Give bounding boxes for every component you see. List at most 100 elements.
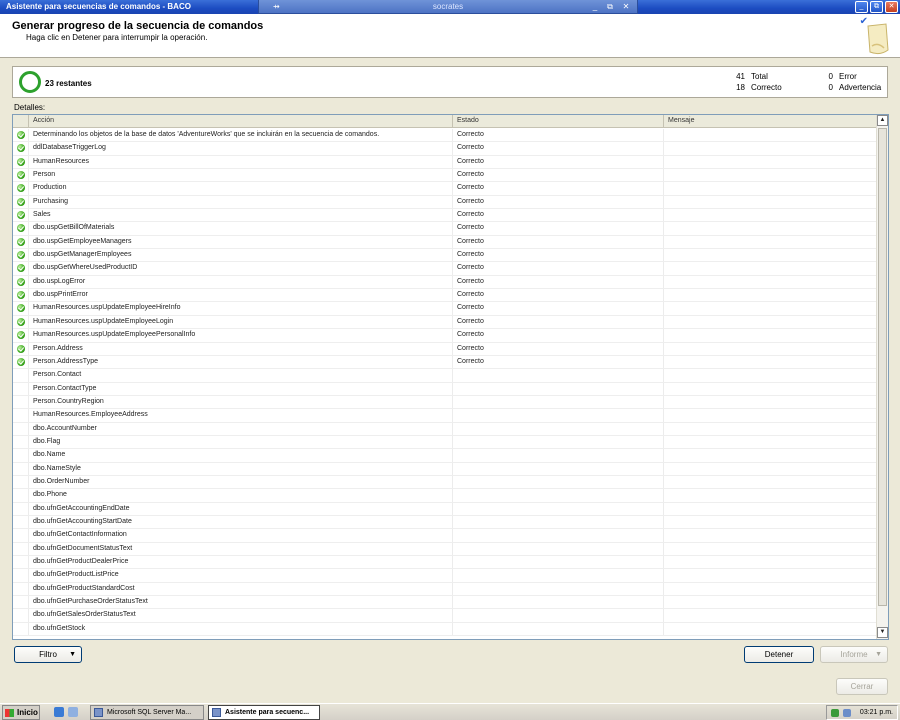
row-status-icon-cell bbox=[13, 596, 29, 609]
table-row[interactable]: dbo.ufnGetStock bbox=[13, 622, 877, 637]
table-row[interactable]: Determinando los objetos de la base de d… bbox=[13, 129, 877, 143]
table-row[interactable]: dbo.Phone bbox=[13, 489, 877, 503]
row-message-cell bbox=[664, 462, 877, 475]
row-message-cell bbox=[664, 609, 877, 622]
success-icon bbox=[17, 184, 25, 193]
table-row[interactable]: dbo.ufnGetSalesOrderStatusText bbox=[13, 609, 877, 623]
table-row[interactable]: dbo.ufnGetProductStandardCost bbox=[13, 582, 877, 597]
close-button[interactable]: Cerrar bbox=[836, 678, 888, 695]
table-row[interactable]: dbo.uspGetBillOfMaterials Correcto bbox=[13, 222, 877, 236]
warning-label: Advertencia bbox=[839, 83, 882, 92]
table-row[interactable]: HumanResources.uspUpdateEmployeeHireInfo… bbox=[13, 302, 877, 316]
row-message-cell bbox=[664, 249, 877, 262]
table-row[interactable]: Person.CountryRegion bbox=[13, 395, 877, 410]
tray-app-icon[interactable] bbox=[843, 709, 851, 717]
report-dropdown-button[interactable]: Informe ▼ bbox=[820, 646, 888, 663]
scroll-down-button[interactable]: ▼ bbox=[877, 627, 888, 638]
table-row[interactable]: dbo.ufnGetPurchaseOrderStatusText bbox=[13, 596, 877, 610]
row-action-cell: Determinando los objetos de la base de d… bbox=[29, 129, 453, 142]
row-message-cell bbox=[664, 195, 877, 209]
remote-minimize-button[interactable]: _ bbox=[589, 2, 601, 12]
table-row[interactable]: dbo.ufnGetContactInformation bbox=[13, 529, 877, 543]
table-row[interactable]: Production Correcto bbox=[13, 182, 877, 196]
row-message-cell bbox=[664, 569, 877, 582]
table-row[interactable]: Person.ContactType bbox=[13, 382, 877, 396]
row-action-cell: dbo.ufnGetSalesOrderStatusText bbox=[29, 609, 453, 622]
row-status-icon-cell bbox=[13, 609, 29, 622]
table-row[interactable]: dbo.uspGetWhereUsedProductID Correcto bbox=[13, 262, 877, 276]
row-action-cell: dbo.AccountNumber bbox=[29, 422, 453, 435]
row-status-icon-cell bbox=[13, 289, 29, 302]
table-row[interactable]: dbo.AccountNumber bbox=[13, 422, 877, 436]
success-icon bbox=[17, 331, 25, 340]
column-header-status[interactable]: Estado bbox=[453, 115, 664, 128]
table-row[interactable]: dbo.ufnGetDocumentStatusText bbox=[13, 542, 877, 556]
success-label: Correcto bbox=[751, 83, 782, 92]
table-row[interactable]: HumanResources Correcto bbox=[13, 155, 877, 170]
warning-count: 0 bbox=[828, 83, 833, 92]
table-row[interactable]: dbo.Flag bbox=[13, 435, 877, 450]
stop-button[interactable]: Detener bbox=[744, 646, 814, 663]
chevron-down-icon: ▼ bbox=[69, 651, 76, 658]
vertical-scrollbar[interactable]: ▲ ▼ bbox=[876, 115, 888, 639]
row-action-cell: dbo.ufnGetAccountingEndDate bbox=[29, 502, 453, 515]
table-row[interactable]: Purchasing Correcto bbox=[13, 195, 877, 210]
title-bar[interactable]: Asistente para secuencias de comandos - … bbox=[0, 0, 900, 14]
table-row[interactable]: dbo.uspGetEmployeeManagers Correcto bbox=[13, 235, 877, 250]
table-row[interactable]: dbo.uspGetManagerEmployees Correcto bbox=[13, 249, 877, 263]
scroll-thumb[interactable] bbox=[878, 128, 887, 606]
minimize-button[interactable]: _ bbox=[855, 1, 868, 13]
row-message-cell bbox=[664, 235, 877, 249]
table-row[interactable]: dbo.ufnGetProductListPrice bbox=[13, 569, 877, 583]
taskbar-item-sql-server[interactable]: Microsoft SQL Server Ma... bbox=[90, 705, 204, 720]
row-action-cell: dbo.OrderNumber bbox=[29, 475, 453, 489]
taskbar-item-wizard[interactable]: Asistente para secuenc... bbox=[208, 705, 320, 720]
details-grid[interactable]: Acción Estado Mensaje Determinando los o… bbox=[12, 114, 889, 640]
table-row[interactable]: Person Correcto bbox=[13, 169, 877, 183]
row-status-icon-cell bbox=[13, 502, 29, 515]
row-status-icon-cell bbox=[13, 329, 29, 342]
column-header-action[interactable]: Acción bbox=[29, 115, 453, 128]
remote-restore-button[interactable]: ⧉ bbox=[604, 2, 616, 12]
close-window-button[interactable]: ✕ bbox=[885, 1, 898, 13]
quicklaunch-ie-icon[interactable] bbox=[54, 707, 64, 717]
table-row[interactable]: dbo.OrderNumber bbox=[13, 475, 877, 490]
row-action-cell: ddlDatabaseTriggerLog bbox=[29, 142, 453, 155]
row-status-icon-cell bbox=[13, 489, 29, 502]
filter-dropdown-button[interactable]: Filtro ▼ bbox=[14, 646, 82, 663]
column-header-message[interactable]: Mensaje bbox=[664, 115, 877, 128]
error-stat: 0 Error bbox=[813, 72, 857, 81]
table-row[interactable]: Person.Address Correcto bbox=[13, 342, 877, 356]
row-message-cell bbox=[664, 129, 877, 142]
table-row[interactable]: HumanResources.uspUpdateEmployeeLogin Cor… bbox=[13, 315, 877, 330]
row-action-cell: dbo.ufnGetContactInformation bbox=[29, 529, 453, 542]
table-row[interactable]: Person.AddressType Correcto bbox=[13, 355, 877, 370]
start-button[interactable]: Inicio bbox=[2, 705, 40, 720]
table-row[interactable]: dbo.Name bbox=[13, 449, 877, 463]
table-row[interactable]: dbo.uspLogError Correcto bbox=[13, 275, 877, 290]
table-row[interactable]: ddlDatabaseTriggerLog Correcto bbox=[13, 142, 877, 156]
table-row[interactable]: Person.Contact bbox=[13, 369, 877, 383]
quicklaunch-desktop-icon[interactable] bbox=[68, 707, 78, 717]
row-action-cell: dbo.ufnGetStock bbox=[29, 622, 453, 636]
table-row[interactable]: dbo.ufnGetAccountingEndDate bbox=[13, 502, 877, 516]
remote-close-button[interactable]: ✕ bbox=[620, 2, 632, 12]
row-status-cell bbox=[453, 395, 664, 409]
network-icon[interactable] bbox=[831, 709, 839, 717]
table-row[interactable]: dbo.NameStyle bbox=[13, 462, 877, 476]
table-row[interactable]: Sales Correcto bbox=[13, 209, 877, 223]
table-row[interactable]: dbo.ufnGetProductDealerPrice bbox=[13, 556, 877, 570]
warning-stat: 0 Advertencia bbox=[813, 83, 882, 92]
scroll-up-button[interactable]: ▲ bbox=[877, 115, 888, 126]
row-status-icon-cell bbox=[13, 342, 29, 355]
row-status-cell: Correcto bbox=[453, 275, 664, 289]
maximize-button[interactable]: ⧉ bbox=[870, 1, 883, 13]
table-row[interactable]: dbo.ufnGetAccountingStartDate bbox=[13, 515, 877, 530]
table-row[interactable]: HumanResources.uspUpdateEmployeePersonal… bbox=[13, 329, 877, 343]
row-status-cell bbox=[453, 489, 664, 502]
table-row[interactable]: HumanResources.EmployeeAddress bbox=[13, 409, 877, 423]
remote-connection-bar[interactable]: ⇸ socrates _ ⧉ ✕ bbox=[258, 0, 638, 14]
row-action-cell: Person.Address bbox=[29, 342, 453, 355]
table-row[interactable]: dbo.uspPrintError Correcto bbox=[13, 289, 877, 303]
row-message-cell bbox=[664, 155, 877, 169]
